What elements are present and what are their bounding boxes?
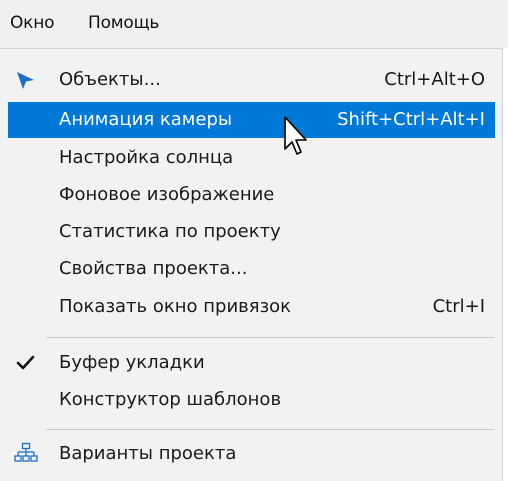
- menu-item-label: Настройка солнца: [59, 147, 234, 168]
- menu-item-label: Показать окно привязок: [59, 296, 292, 317]
- menu-separator: [46, 337, 494, 338]
- menu-separator: [46, 429, 494, 430]
- menu-item-background-image[interactable]: Фоновое изображение: [8, 177, 495, 213]
- menu-item-project-variants[interactable]: Варианты проекта: [8, 436, 495, 472]
- menu-item-label: Объекты...: [59, 69, 161, 90]
- menu-item-label: Конструктор шаблонов: [59, 389, 282, 410]
- menu-item-label: Варианты проекта: [59, 443, 237, 464]
- menu-item-show-snap-window[interactable]: Показать окно привязок Ctrl+I: [8, 289, 495, 325]
- menu-item-label: Свойства проекта...: [59, 258, 248, 279]
- menu-item-project-statistics[interactable]: Статистика по проекту: [8, 214, 495, 250]
- menu-item-label: Фоновое изображение: [59, 184, 275, 205]
- menu-item-sun-settings[interactable]: Настройка солнца: [8, 140, 495, 176]
- menu-item-label: Статистика по проекту: [59, 221, 281, 242]
- menu-item-shortcut: Shift+Ctrl+Alt+I: [337, 109, 485, 130]
- menu-item-shortcut: Ctrl+I: [432, 296, 485, 317]
- menu-bar: Окно Помощь: [0, 0, 508, 48]
- pointer-arrow-icon: [14, 68, 38, 92]
- menu-item-objects[interactable]: Объекты... Ctrl+Alt+O: [8, 62, 495, 98]
- project-variants-icon: [14, 442, 38, 466]
- mouse-cursor-icon: [284, 116, 307, 155]
- menu-item-stacking-buffer[interactable]: Буфер укладки: [8, 345, 495, 381]
- menu-help[interactable]: Помощь: [86, 0, 178, 48]
- menu-window[interactable]: Окно: [8, 0, 78, 48]
- menu-item-camera-animation[interactable]: Анимация камеры Shift+Ctrl+Alt+I: [8, 102, 495, 138]
- menu-item-template-builder[interactable]: Конструктор шаблонов: [8, 382, 495, 418]
- menu-item-shortcut: Ctrl+Alt+O: [384, 69, 485, 90]
- window-menu-dropdown: Объекты... Ctrl+Alt+O Анимация камеры Sh…: [0, 48, 503, 481]
- menu-item-label: Анимация камеры: [59, 109, 233, 130]
- checkmark-icon: [14, 351, 38, 375]
- menu-item-label: Буфер укладки: [59, 352, 205, 373]
- menu-item-project-properties[interactable]: Свойства проекта...: [8, 251, 495, 287]
